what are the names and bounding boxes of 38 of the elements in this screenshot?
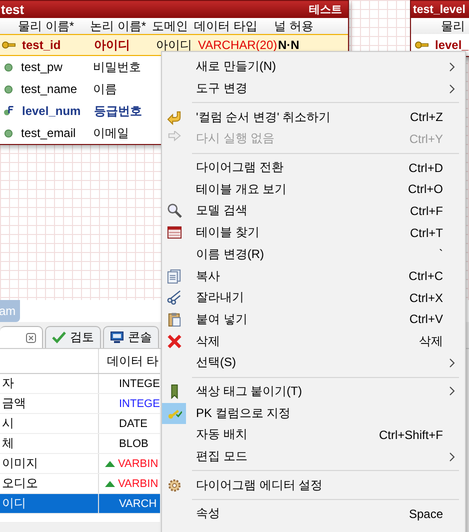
physical-name: test_pw [21,60,64,74]
physical-name: test_email [21,126,77,140]
column-header: 물리 [441,18,465,34]
logical-name: 등급번호 [94,102,143,120]
column-header: 데이터 타입 [194,18,258,34]
table-name: test_level [413,4,466,16]
table-cell: VARBIN [118,478,158,490]
logical-name: 아이디 [94,36,131,54]
table-cell: 이미지 [2,455,38,472]
data-type: VARCHAR(20) [198,38,278,52]
table-cell: VARBIN [118,458,158,470]
table-cell: 이디 [2,495,26,512]
table-cell: 금액 [2,395,26,412]
logical-name: 이름 [93,80,118,98]
physical-name: level_num [22,104,82,118]
logical-name: 이메일 [93,124,130,142]
column-header: 물리 이름* [18,18,76,34]
table-logical-name: 테스트 [309,3,342,17]
column-header: 논리 이름* [90,18,148,34]
column-header: 널 허용 [274,18,314,34]
table-cell: 오디오 [2,475,38,492]
domain: 아이디 [156,36,193,54]
physical-name: test_id [22,38,62,52]
table-cell: BLOB [119,438,148,450]
physical-name: test_name [21,82,78,96]
table-cell: 자 [2,375,14,392]
table-cell: 시 [2,415,14,432]
table-cell: INTEGE [119,378,160,390]
table-cell: DATE [119,418,148,430]
table-cell: INTEGE [119,398,160,410]
physical-name: level_ [435,38,468,52]
column-header: 도메인 [152,18,189,34]
table-name: test [1,2,24,17]
column-header: 데이터 타 [106,352,160,370]
table-cell: VARCH [119,498,157,510]
table-cell: 체 [2,435,14,452]
logical-name: 비밀번호 [93,58,142,76]
nullable: N·N [278,38,300,52]
